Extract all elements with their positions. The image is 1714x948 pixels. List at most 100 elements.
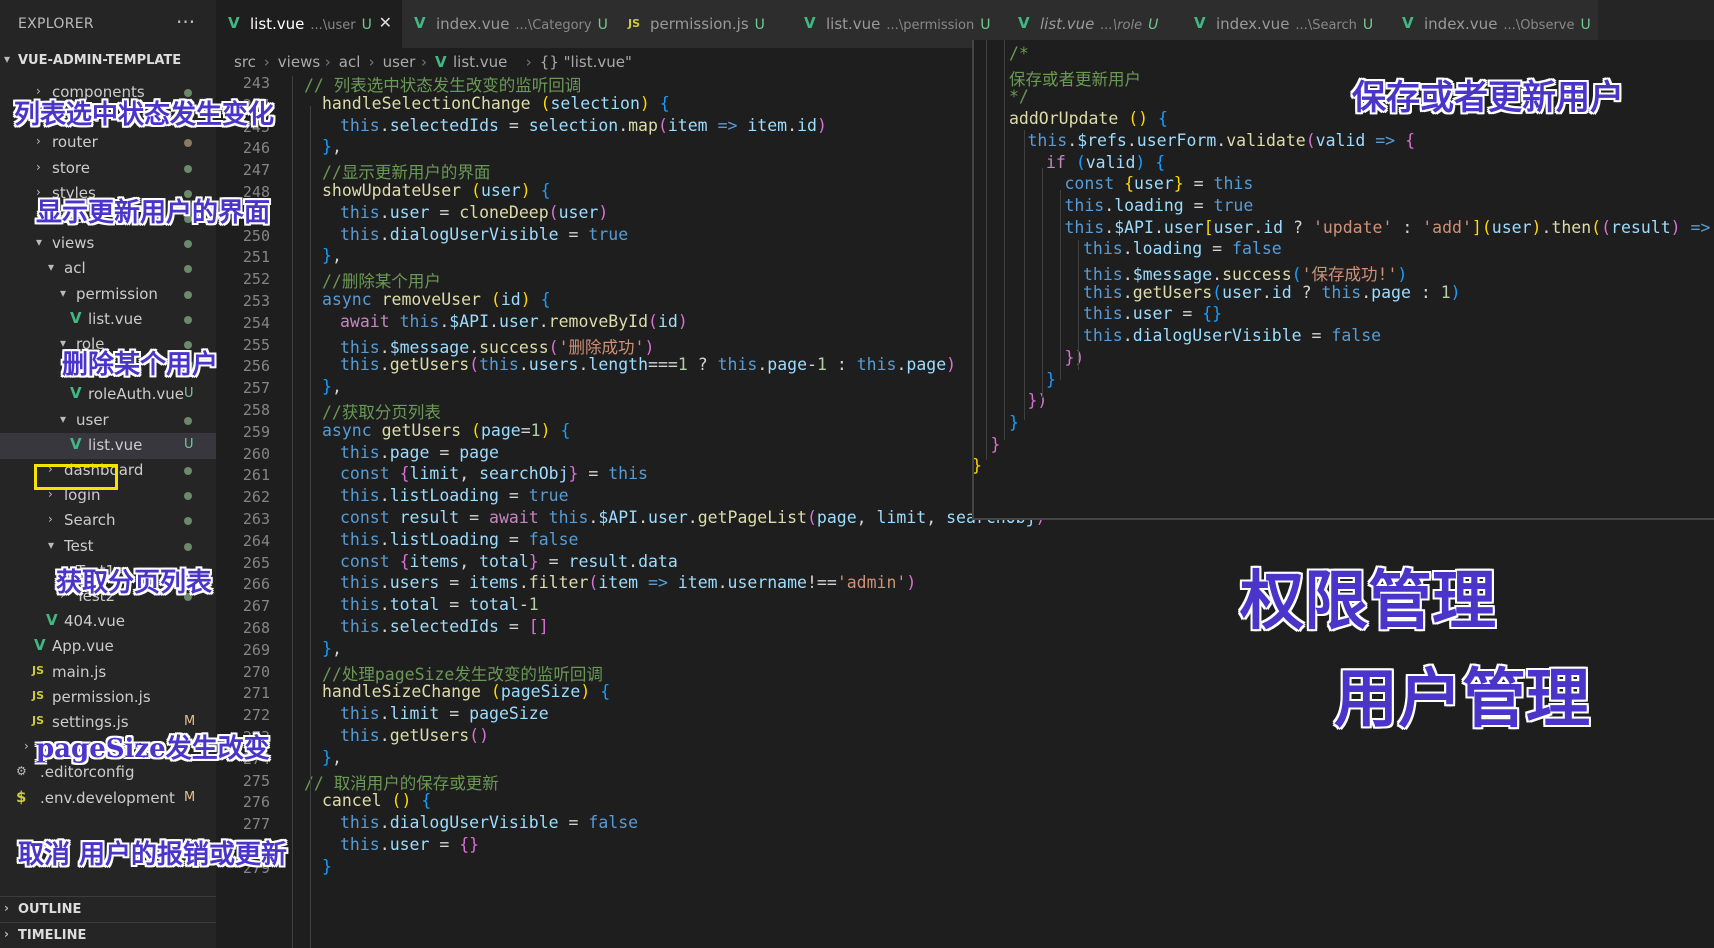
code-line[interactable]: this.getUsers(this.users.length===1 ? th… bbox=[340, 355, 956, 374]
js-file-icon: JS bbox=[32, 688, 45, 702]
close-icon[interactable]: ✕ bbox=[379, 13, 392, 32]
code-line[interactable]: const {limit, searchObj} = this bbox=[340, 464, 648, 483]
code-line[interactable]: this.listLoading = true bbox=[340, 486, 569, 505]
code-token: { bbox=[399, 551, 410, 571]
tree-item-list-vue[interactable]: Vlist.vue U bbox=[0, 432, 216, 459]
code-token: item bbox=[747, 115, 788, 135]
code-token: page bbox=[906, 355, 947, 375]
tab-permission-js[interactable]: JS permission.js U bbox=[616, 0, 793, 48]
code-token: ) bbox=[580, 682, 591, 702]
code-token: . bbox=[379, 704, 390, 724]
code-line[interactable]: async removeUser (id) { bbox=[322, 290, 551, 309]
code-line[interactable]: handleSizeChange (pageSize) { bbox=[322, 682, 610, 701]
code-token: user bbox=[1163, 217, 1204, 237]
code-line[interactable]: cancel () { bbox=[322, 791, 431, 810]
overlay-code-line: this.user = {} bbox=[1083, 304, 1222, 323]
code-line[interactable]: // 取消用户的保存或更新 bbox=[304, 770, 499, 794]
git-status-dot-icon bbox=[184, 416, 192, 425]
code-line[interactable]: this.selectedIds = selection.map(item =>… bbox=[340, 116, 827, 135]
line-number: 275 bbox=[242, 771, 270, 790]
code-token: this bbox=[340, 835, 380, 854]
tree-item-router[interactable]: › router bbox=[0, 130, 216, 156]
breadcrumb-item[interactable]: src bbox=[234, 53, 256, 71]
code-token: } bbox=[972, 456, 982, 476]
line-number: 271 bbox=[242, 684, 270, 703]
code-line[interactable]: this.$message.success('删除成功') bbox=[340, 334, 654, 358]
code-line[interactable]: this.dialogUserVisible = false bbox=[340, 813, 638, 832]
timeline-section[interactable]: › TIMELINE bbox=[0, 922, 216, 948]
code-line[interactable]: showUpdateUser (user) { bbox=[322, 181, 551, 200]
code-line[interactable]: this.selectedIds = [] bbox=[340, 617, 549, 636]
tree-item-permission[interactable]: ▾ permission bbox=[0, 282, 216, 308]
tree-item-views[interactable]: ▾ views bbox=[0, 231, 216, 257]
tree-item-permission-js[interactable]: JS permission.js bbox=[0, 685, 216, 711]
tree-item-search[interactable]: › Search bbox=[0, 508, 216, 534]
code-token: { bbox=[1158, 109, 1168, 129]
code-token: . bbox=[1126, 130, 1137, 150]
code-line[interactable]: this.total = total-1 bbox=[340, 595, 539, 614]
tree-item-app-vue[interactable]: V App.vue bbox=[0, 634, 216, 660]
code-line[interactable]: handleSelectionChange (selection) { bbox=[322, 94, 670, 113]
code-line[interactable]: //显示更新用户的界面 bbox=[322, 159, 490, 183]
code-line[interactable]: const result = await this.$API.user.getP… bbox=[340, 508, 1045, 527]
code-line[interactable]: } bbox=[322, 857, 332, 876]
breadcrumb-item[interactable]: acl bbox=[339, 53, 361, 71]
code-line[interactable]: this.users = items.filter(item => item.u… bbox=[340, 573, 916, 592]
code-line[interactable]: }, bbox=[322, 639, 342, 658]
code-line[interactable]: //处理pageSize发生改变的监听回调 bbox=[322, 661, 603, 685]
code-token: { bbox=[540, 181, 551, 200]
code-line[interactable]: this.page = page bbox=[340, 443, 499, 462]
code-line[interactable]: this.limit = pageSize bbox=[340, 704, 549, 723]
tab-list-vue[interactable]: Vlist.vue ...\user U ✕ bbox=[216, 0, 403, 48]
code-line[interactable]: this.getUsers() bbox=[340, 726, 489, 745]
code-token: total bbox=[389, 595, 440, 615]
code-line[interactable]: this.user = cloneDeep(user) bbox=[340, 203, 608, 222]
tree-item-list-vue[interactable]: Vlist.vue bbox=[0, 307, 216, 333]
more-actions-icon[interactable]: ··· bbox=[176, 10, 195, 34]
code-token: { bbox=[600, 682, 611, 702]
breadcrumb-item[interactable]: user bbox=[383, 53, 416, 71]
code-line[interactable]: //删除某个用户 bbox=[322, 268, 441, 292]
code-line[interactable]: }, bbox=[322, 246, 342, 265]
code-token: { bbox=[1155, 152, 1166, 172]
code-token: user bbox=[1213, 217, 1254, 237]
code-line[interactable]: this.user = {} bbox=[340, 835, 479, 854]
breadcrumb-item[interactable]: {} "list.vue" bbox=[540, 53, 632, 71]
code-line[interactable]: async getUsers (page=1) { bbox=[322, 421, 570, 440]
code-token: . bbox=[638, 508, 649, 527]
outline-section[interactable]: › OUTLINE bbox=[0, 896, 216, 923]
breadcrumb-item[interactable]: views bbox=[278, 53, 320, 71]
code-token: . bbox=[518, 355, 529, 375]
chevron-right-icon: › bbox=[324, 53, 331, 71]
code-line[interactable]: }, bbox=[322, 137, 342, 156]
code-line[interactable]: this.listLoading = false bbox=[340, 530, 578, 549]
code-line[interactable]: }, bbox=[322, 748, 342, 767]
tree-item-test[interactable]: ▾ Test bbox=[0, 534, 216, 560]
project-header[interactable]: ▾ VUE-ADMIN-TEMPLATE bbox=[0, 50, 216, 74]
tree-item-user[interactable]: ▾ user bbox=[0, 408, 216, 434]
breadcrumb-item[interactable]: list.vue bbox=[453, 53, 507, 71]
vue-file-icon: V bbox=[46, 611, 58, 630]
code-token: } bbox=[322, 377, 332, 397]
code-line[interactable]: await this.$API.user.removeById(id) bbox=[340, 312, 688, 331]
code-line[interactable]: //获取分页列表 bbox=[322, 399, 441, 423]
tree-item-main-js[interactable]: JS main.js bbox=[0, 660, 216, 686]
code-line[interactable]: const {items, total} = result.data bbox=[340, 552, 678, 571]
tree-item-store[interactable]: › store bbox=[0, 156, 216, 182]
tab-index-vue[interactable]: Vindex.vue ...\Category U bbox=[402, 0, 617, 48]
tree-item-acl[interactable]: ▾ acl bbox=[0, 256, 216, 282]
code-line[interactable]: this.dialogUserVisible = true bbox=[340, 225, 628, 244]
code-token: this bbox=[340, 529, 380, 549]
code-token: . bbox=[1253, 217, 1264, 237]
tab-git-status: U bbox=[1580, 17, 1591, 33]
tree-item--env-development[interactable]: $ .env.development M bbox=[0, 786, 216, 812]
tree-item-404-vue[interactable]: V 404.vue bbox=[0, 609, 216, 635]
tree-item-roleauth-vue[interactable]: VroleAuth.vue U bbox=[0, 382, 216, 408]
git-status-dot-icon bbox=[184, 240, 192, 249]
overlay-code-line: this.dialogUserVisible = false bbox=[1083, 326, 1381, 345]
code-token: = bbox=[429, 442, 460, 462]
code-line[interactable]: }, bbox=[322, 377, 342, 396]
code-token: ( bbox=[1291, 265, 1302, 284]
